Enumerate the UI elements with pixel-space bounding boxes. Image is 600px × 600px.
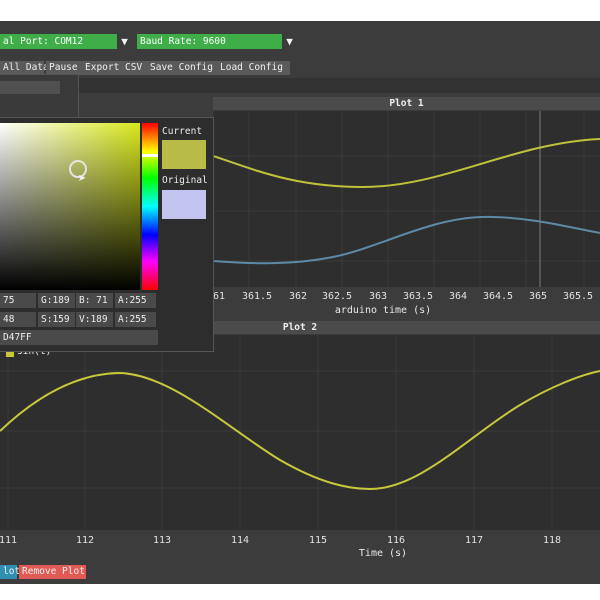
plot2-tick: 112	[75, 535, 95, 546]
baud-rate-select[interactable]: Baud Rate: 9600	[137, 34, 282, 49]
plot1-title-text: Plot 1	[389, 98, 424, 109]
plot1-area[interactable]	[213, 111, 600, 287]
plot2-tick: 118	[542, 535, 562, 546]
alpha-hsv-field[interactable]: A:255	[115, 312, 156, 327]
plot1-tick: 363.5	[402, 291, 434, 302]
hue-slider[interactable]	[142, 123, 158, 290]
plot2-tick: 116	[386, 535, 406, 546]
plot2-title-text: Plot 2	[282, 322, 318, 333]
plot1-tick: 362.5	[321, 291, 353, 302]
color-picker-popup: ➤ Current Original 75 G:189 B: 71 A:255 …	[0, 117, 214, 352]
plot1-tick: 363	[368, 291, 388, 302]
original-color-swatch[interactable]	[162, 190, 206, 219]
plot2-tick: 114	[230, 535, 250, 546]
plot2-area[interactable]: sin(t)	[0, 335, 600, 530]
baud-rate-dropdown-icon[interactable]: ▼	[282, 34, 297, 49]
plot2-svg	[0, 335, 600, 530]
hue-slider-marker[interactable]	[142, 154, 158, 157]
outer-background	[0, 584, 600, 600]
plot2-tick: 113	[152, 535, 172, 546]
value-field[interactable]: V:189	[76, 312, 113, 327]
hue-field[interactable]: 48	[0, 312, 36, 327]
remove-plot-button[interactable]: Remove Plot	[19, 565, 86, 579]
plot2-tick: 111	[0, 535, 18, 546]
clear-all-data-button[interactable]: All Data	[0, 61, 49, 75]
dropdown-input[interactable]	[0, 81, 60, 94]
hex-field[interactable]: D47FF	[0, 330, 158, 345]
plot1-tick: 362	[288, 291, 308, 302]
export-csv-button[interactable]: Export CSV	[82, 61, 150, 75]
plot1-tick: 361.5	[241, 291, 273, 302]
plot2-series-sin	[0, 370, 600, 491]
saturation-value-area[interactable]	[0, 123, 140, 290]
current-label: Current	[162, 126, 203, 137]
plot1-x-axis-title: arduino time (s)	[334, 305, 432, 316]
plot2-tick: 117	[464, 535, 484, 546]
plot1-series-blue	[213, 215, 600, 265]
mouse-cursor-icon: ➤	[78, 171, 87, 187]
serial-port-select[interactable]: al Port: COM12	[0, 34, 117, 49]
green-field[interactable]: G:189	[38, 293, 75, 308]
plot2-x-axis-title: Time (s)	[358, 548, 408, 559]
load-config-button[interactable]: Load Config	[217, 61, 290, 75]
plot1-tick: 61	[212, 291, 226, 302]
plot1-series-yellow	[213, 138, 600, 189]
plot1-svg	[213, 111, 600, 287]
dropdown-panel	[0, 74, 79, 120]
plot2-tick: 115	[308, 535, 328, 546]
current-color-swatch	[162, 140, 206, 169]
red-field[interactable]: 75	[0, 293, 36, 308]
original-label: Original	[162, 175, 208, 186]
plot1-title: Plot 1	[213, 97, 600, 110]
alpha-field[interactable]: A:255	[115, 293, 156, 308]
save-config-button[interactable]: Save Config	[147, 61, 220, 75]
saturation-field[interactable]: S:159	[38, 312, 75, 327]
plot1-tick: 364.5	[482, 291, 514, 302]
blue-field[interactable]: B: 71	[76, 293, 113, 308]
menu-row	[0, 78, 600, 93]
plot1-tick: 365.5	[562, 291, 594, 302]
plot1-tick: 364	[448, 291, 468, 302]
pause-button[interactable]: Pause	[46, 61, 85, 75]
serial-port-dropdown-icon[interactable]: ▼	[117, 34, 132, 49]
plot1-tick: 365	[528, 291, 548, 302]
add-plot-button[interactable]: lot	[0, 565, 20, 579]
